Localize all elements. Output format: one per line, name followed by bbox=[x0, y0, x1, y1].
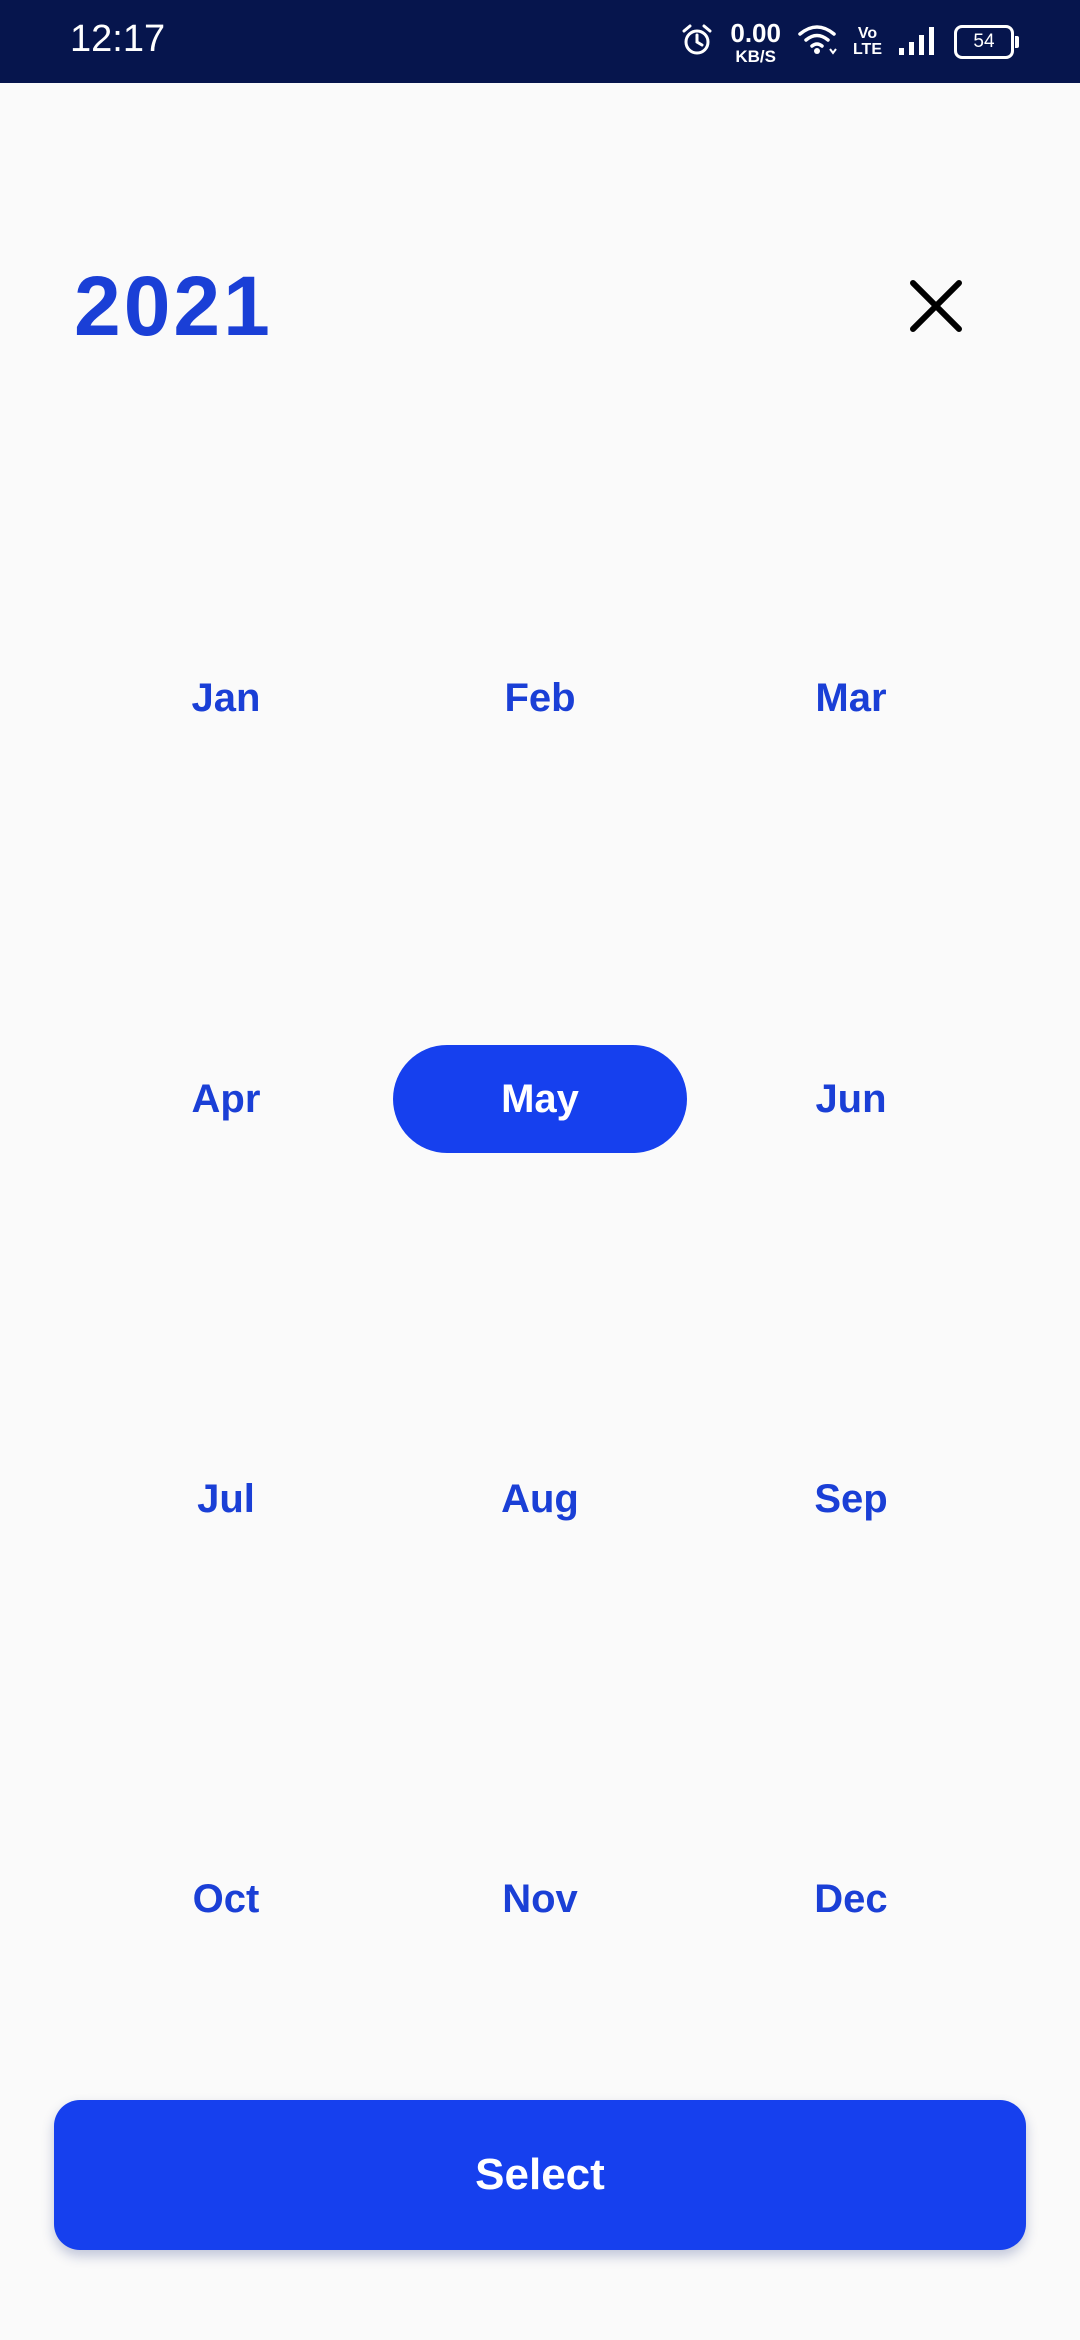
month-jan[interactable]: Jan bbox=[79, 644, 373, 752]
close-icon bbox=[908, 278, 964, 339]
battery-icon: 54 bbox=[954, 25, 1019, 59]
volte-top: Vo bbox=[857, 25, 878, 42]
network-speed: 0.00 KB/S bbox=[730, 20, 781, 65]
month-nov[interactable]: Nov bbox=[393, 1845, 687, 1953]
battery-level: 54 bbox=[973, 31, 995, 52]
month-apr[interactable]: Apr bbox=[79, 1045, 373, 1153]
month-may[interactable]: May bbox=[393, 1045, 687, 1153]
network-speed-unit: KB/S bbox=[735, 46, 776, 66]
volte-bottom: LTE bbox=[852, 41, 882, 58]
network-speed-value: 0.00 bbox=[730, 17, 781, 48]
alarm-icon bbox=[680, 23, 714, 62]
month-sep[interactable]: Sep bbox=[704, 1445, 998, 1553]
month-dec[interactable]: Dec bbox=[704, 1845, 998, 1953]
status-bar: 12:17 0.00 KB/S Vo LTE 54 bbox=[0, 0, 1080, 83]
month-jul[interactable]: Jul bbox=[79, 1445, 373, 1553]
status-icons: 0.00 KB/S Vo LTE 54 bbox=[680, 16, 1019, 68]
month-oct[interactable]: Oct bbox=[79, 1845, 373, 1953]
year-title[interactable]: 2021 bbox=[74, 258, 273, 355]
month-feb[interactable]: Feb bbox=[393, 644, 687, 752]
month-jun[interactable]: Jun bbox=[704, 1045, 998, 1153]
month-mar[interactable]: Mar bbox=[704, 644, 998, 752]
month-aug[interactable]: Aug bbox=[393, 1445, 687, 1553]
select-button[interactable]: Select bbox=[54, 2100, 1026, 2250]
wifi-icon bbox=[797, 23, 837, 62]
close-button[interactable] bbox=[896, 268, 976, 348]
signal-icon bbox=[898, 24, 938, 61]
status-time: 12:17 bbox=[70, 18, 166, 60]
volte-icon: Vo LTE bbox=[853, 26, 882, 58]
